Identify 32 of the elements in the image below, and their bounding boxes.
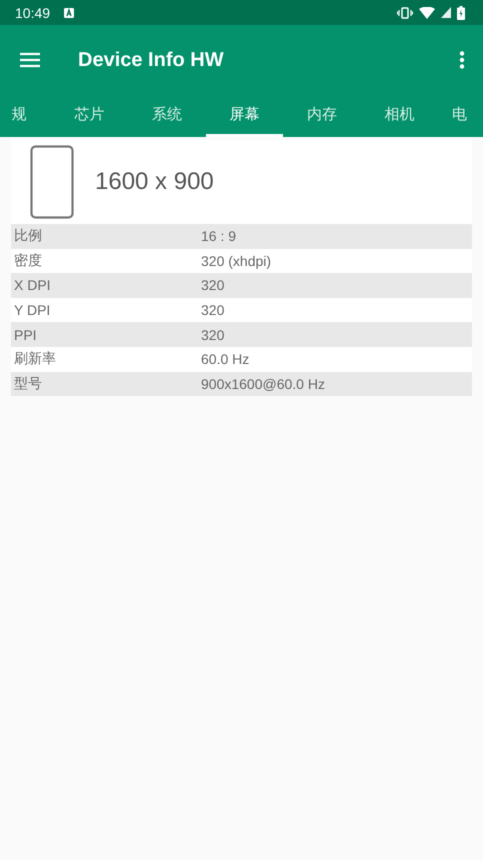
info-value: 900x1600@60.0 Hz [201,376,325,392]
info-label: X DPI [13,277,52,294]
wifi-icon [419,6,435,18]
info-label: 型号 [13,374,43,393]
more-options-icon[interactable] [459,51,465,69]
info-value: 320 (xhdpi) [201,252,272,269]
app-title: Device Info HW [78,48,225,72]
battery-icon [457,6,465,20]
info-value: 60.0 Hz [201,351,250,368]
tab[interactable]: 规 [0,95,50,137]
signal-icon [441,7,451,18]
info-label: PPI [13,326,38,343]
info-label: Y DPI [13,302,52,318]
info-value: 16 : 9 [201,228,236,244]
info-value: 320 [201,326,224,343]
menu-icon[interactable] [20,52,40,68]
tab[interactable]: 系统 [128,95,206,137]
info-label: 比例 [13,227,43,246]
tab[interactable]: 相机 [360,95,438,137]
phone-icon [30,145,74,219]
vibrate-icon [397,6,413,18]
tab[interactable]: 电 [438,95,483,137]
info-label: 密度 [13,252,43,270]
screen-resolution: 1600 x 900 [95,168,214,196]
info-label: 刷新率 [13,350,57,368]
tab[interactable]: 内存 [283,95,360,137]
info-value: 320 [201,277,224,294]
status-time: 10:49 [15,4,50,20]
tab[interactable]: 芯片 [50,95,128,137]
info-value: 320 [201,302,224,318]
tab[interactable]: 屏幕 [206,95,283,137]
notification-icon [64,8,74,18]
